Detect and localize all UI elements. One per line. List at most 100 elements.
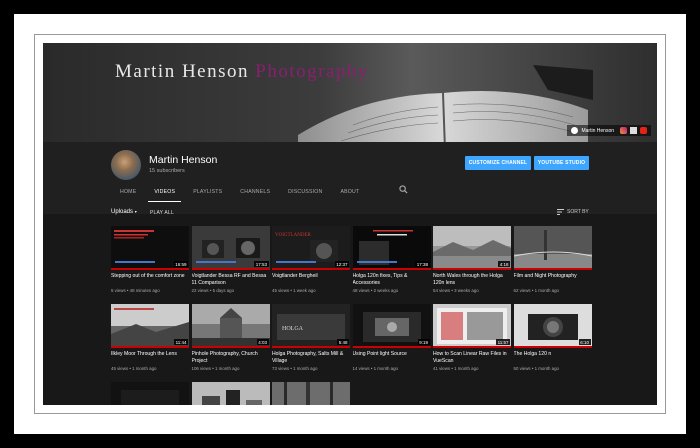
video-card[interactable]: 17:53 Voigtlander Bessa RF and Bessa 11 C… [191,226,270,293]
search-icon[interactable] [399,185,408,194]
video-thumbnail[interactable] [191,382,270,405]
play-all-button[interactable]: PLAY ALL [150,210,174,216]
video-card[interactable]: 9:19 Using Point light Source 14 views • 1… [352,304,431,371]
channel-avatar[interactable] [111,150,141,180]
video-thumbnail[interactable]: 11:57 [433,304,511,348]
videos-toolbar: Uploads ▾ PLAY ALL SORT BY [43,203,657,223]
watch-progress-bar [352,346,431,348]
video-duration: 17:38 [415,261,430,267]
video-title[interactable]: Holga Photography, Salts Mill & Village [272,351,350,365]
phone-icon[interactable] [571,127,579,134]
video-thumbnail[interactable]: 16:59 [111,226,189,270]
video-meta: 5 views • 48 minutes ago [111,288,189,293]
banner-title-accent: Photography [255,61,369,82]
video-duration: 6:10 [578,339,591,345]
video-thumbnail[interactable]: 9:19 [352,304,431,348]
video-duration: 4:03 [256,339,269,345]
video-title[interactable]: Using Point light Source [353,351,431,365]
video-title[interactable]: Film and Night Photography [514,273,592,287]
video-meta: 62 views • 1 month ago [514,288,592,293]
video-thumbnail[interactable]: 6:10 [513,304,592,348]
customize-channel-button[interactable]: CUSTOMIZE CHANNEL [465,156,531,170]
view-count: 22 views [191,288,209,293]
video-thumbnail[interactable] [272,382,350,405]
video-duration: 4:18 [498,261,510,267]
tab-home[interactable]: HOME [111,182,145,202]
video-thumbnail[interactable]: 17:38 [352,226,431,270]
banner-links: Martin Henson [567,125,651,136]
video-card[interactable]: Film and Night Photography 62 views • 1 m… [513,226,592,293]
video-thumbnail[interactable]: 17:53 [191,226,270,270]
video-card[interactable] [191,382,270,405]
video-thumbnail[interactable]: VOIGTLANDER 12:37 [272,226,350,270]
video-card[interactable]: HOLGA 5:48 Holga Photography, Salts Mill &… [272,304,350,371]
svg-text:HOLGA: HOLGA [282,326,304,332]
video-thumbnail[interactable] [513,226,592,270]
watch-progress-bar [513,346,592,348]
video-card[interactable]: 11:57 How to Scan Linear Raw Files in Vue… [433,304,511,371]
video-duration: 9:19 [417,339,430,345]
youtube-icon[interactable] [640,127,647,134]
upload-age: 1 week ago [293,288,316,293]
video-meta: 41 views • 1 month ago [433,366,511,371]
upload-age: 5 days ago [212,288,235,293]
video-title[interactable]: Voigtlander Bergheil [272,273,350,287]
watch-progress-bar [111,346,189,348]
view-count: 106 views [191,366,212,371]
tab-videos[interactable]: VIDEOS [145,182,184,202]
watch-progress-bar [272,268,350,270]
video-card[interactable] [272,382,350,405]
watch-progress-bar [111,268,189,270]
video-card[interactable]: 11:44 Ilkley Moor Through the Lens 45 view… [111,304,189,371]
video-duration: 17:53 [254,261,269,267]
tab-discussion[interactable]: DISCUSSION [279,182,331,202]
upload-age: 1 month ago [373,366,398,371]
upload-age: 1 month ago [132,366,157,371]
video-card[interactable]: 4:18 North Wales through the Holga 120n l… [433,226,511,293]
video-duration: 11:57 [496,339,510,345]
video-duration: 11:44 [174,339,188,345]
tab-about[interactable]: ABOUT [331,182,368,202]
video-card[interactable]: 16:59 Stepping out of the comfort zone 5 v… [111,226,189,293]
video-title[interactable]: Voigtlander Bessa RF and Bessa 11 Compar… [192,273,270,287]
video-meta: 48 views • 2 weeks ago [353,288,431,293]
video-card[interactable]: VOIGTLANDER 12:37 Voigtlander Bergheil 45 v… [272,226,350,293]
tab-channels[interactable]: CHANNELS [231,182,279,202]
video-thumbnail[interactable]: 11:44 [111,304,189,348]
uploads-label: Uploads [111,209,134,215]
banner-title: Martin Henson Photography [115,61,369,83]
channel-tabs: HOME VIDEOS PLAYLISTS CHANNELS DISCUSSION ABO… [111,182,368,202]
video-thumbnail[interactable]: HOLGA 5:48 [272,304,350,348]
video-card[interactable]: 4:03 Pinhole Photography, Church Project 1… [191,304,270,371]
channel-name: Martin Henson [149,154,218,166]
video-meta: 45 views • 1 month ago [111,366,189,371]
video-title[interactable]: Holga 120n fixes, Tips & Accessories [353,273,431,287]
video-title[interactable]: Stepping out of the comfort zone [111,273,189,287]
upload-age: 1 month ago [215,366,240,371]
upload-age: 1 month ago [293,366,318,371]
youtube-channel-page: Martin Henson Photography Martin Henson … [43,43,657,405]
sort-icon [557,209,564,215]
instagram-icon[interactable] [620,127,627,134]
video-card[interactable]: 6:10 The Holga 120 n 50 views • 1 month ag… [513,304,592,371]
uploads-dropdown[interactable]: Uploads ▾ [111,209,137,215]
video-thumbnail[interactable] [111,382,189,405]
watch-progress-bar [352,268,431,270]
video-thumbnail[interactable]: 4:03 [191,304,270,348]
video-title[interactable]: Ilkley Moor Through the Lens [111,351,189,365]
video-title[interactable]: Pinhole Photography, Church Project [192,351,270,365]
video-duration: 16:59 [173,261,188,267]
video-title[interactable]: How to Scan Linear Raw Files in VueScan [433,351,511,365]
sort-by-button[interactable]: SORT BY [557,209,589,215]
youtube-studio-button[interactable]: YOUTUBE STUDIO [534,156,589,170]
website-icon[interactable] [630,127,637,134]
video-title[interactable]: North Wales through the Holga 120n lens [433,273,511,287]
video-card[interactable]: 17:38 Holga 120n fixes, Tips & Accessorie… [352,226,431,293]
tab-playlists[interactable]: PLAYLISTS [184,182,231,202]
video-card[interactable] [111,382,189,405]
upload-age: 3 weeks ago [454,288,479,293]
view-count: 50 views [513,366,531,371]
video-thumbnail[interactable]: 4:18 [433,226,511,270]
banner-link-label[interactable]: Martin Henson [581,128,614,134]
video-title[interactable]: The Holga 120 n [514,351,592,365]
